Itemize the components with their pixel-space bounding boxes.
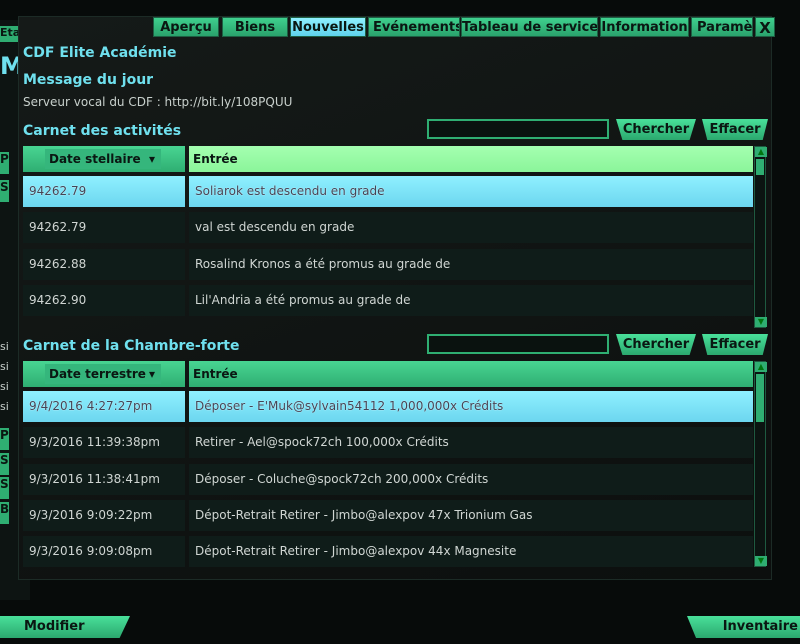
table-row-entry[interactable]: Retirer - Ael@spock72ch 100,000x Crédits [189,427,753,459]
activity-table: 94262.79 Soliarok est descendu en grade 94… [23,176,753,328]
tab-nouvelles[interactable]: Nouvelles [290,17,366,37]
activity-clear-button[interactable]: Effacer [702,119,768,140]
vault-scrollbar[interactable]: ▲ ▼ [754,361,767,567]
vault-title: Carnet de la Chambre-forte [23,338,240,354]
tab-evenements[interactable]: Evénements [368,17,460,37]
table-row-entry[interactable]: Dépot-Retrait Retirer - Jimbo@alexpov 47… [189,499,753,531]
modify-button[interactable]: Modifier [0,616,130,638]
table-row-entry[interactable]: val est descendu en grade [189,212,753,244]
vault-date-header-label: Date terrestre [49,367,146,381]
table-row-date[interactable]: 9/3/2016 11:38:41pm [23,463,185,495]
motd-text: Serveur vocal du CDF : http://bit.ly/108… [23,95,293,109]
vault-search-button[interactable]: Chercher [616,334,696,355]
scroll-up-icon[interactable]: ▲ [755,147,767,157]
tab-tableau-de-service[interactable]: Tableau de service [461,17,598,37]
table-row-date[interactable]: 9/3/2016 9:09:08pm [23,536,185,568]
table-row-entry[interactable]: Déposer - E'Muk@sylvain54112 1,000,000x … [189,391,753,422]
scroll-up-icon[interactable]: ▲ [755,362,767,372]
background-text: si [0,340,9,353]
activity-entry-header[interactable]: Entrée [189,146,753,172]
tab-apercu[interactable]: Aperçu [153,17,219,37]
background-button[interactable]: S [0,180,9,202]
activity-search-button[interactable]: Chercher [616,119,696,140]
table-row-entry[interactable]: Lil'Andria a été promus au grade de [189,284,753,316]
sort-down-icon: ▾ [148,367,155,381]
background-button[interactable]: B [0,502,9,524]
vault-clear-button[interactable]: Effacer [702,334,768,355]
scroll-down-icon[interactable]: ▼ [755,556,767,566]
scroll-thumb[interactable] [756,159,764,175]
close-button[interactable]: X [755,17,775,37]
activity-scrollbar[interactable]: ▲ ▼ [754,146,767,328]
background-button[interactable]: P [0,428,9,450]
table-row-date[interactable]: 94262.79 [23,176,185,207]
background-button[interactable]: P [0,152,9,174]
background-text: si [0,380,9,393]
table-row-date[interactable]: 9/3/2016 11:39:38pm [23,427,185,459]
background-text: si [0,360,9,373]
table-row-entry[interactable]: Rosalind Kronos a été promus au grade de [189,248,753,280]
table-row-date[interactable]: 94262.79 [23,212,185,244]
motd-title: Message du jour [23,72,154,88]
tab-biens[interactable]: Biens [222,17,288,37]
vault-table: 9/4/2016 4:27:27pm Déposer - E'Muk@sylvai… [23,391,753,571]
table-row-date[interactable]: 94262.90 [23,284,185,316]
scroll-down-icon[interactable]: ▼ [755,317,767,327]
background-button[interactable]: S [0,453,9,475]
tab-parametres[interactable]: Paramèt [691,17,753,37]
table-row-entry[interactable]: Déposer - Coluche@spock72ch 200,000x Cré… [189,463,753,495]
vault-date-header[interactable]: Date terrestre ▾ [23,361,185,387]
inventory-button[interactable]: Inventaire [687,616,800,638]
activity-search-input[interactable] [427,119,609,139]
table-row-entry[interactable]: Dépot-Retrait Retirer - Jimbo@alexpov 44… [189,536,753,568]
fleet-name: CDF Elite Académie [23,45,177,61]
background-button[interactable]: S [0,477,9,499]
table-row-date[interactable]: 9/4/2016 4:27:27pm [23,391,185,422]
table-row-entry[interactable]: Soliarok est descendu en grade [189,176,753,207]
vault-entry-header[interactable]: Entrée [189,361,753,387]
background-text: si [0,400,9,413]
table-row-date[interactable]: 94262.88 [23,248,185,280]
activity-date-header-label: Date stellaire [49,152,141,166]
sort-down-icon: ▾ [148,152,155,166]
table-row-date[interactable]: 9/3/2016 9:09:22pm [23,499,185,531]
vault-search-input[interactable] [427,334,609,354]
scroll-thumb[interactable] [756,374,764,422]
activity-date-header[interactable]: Date stellaire ▾ [23,146,185,172]
activity-title: Carnet des activités [23,123,182,139]
tab-information[interactable]: Information [600,17,689,37]
